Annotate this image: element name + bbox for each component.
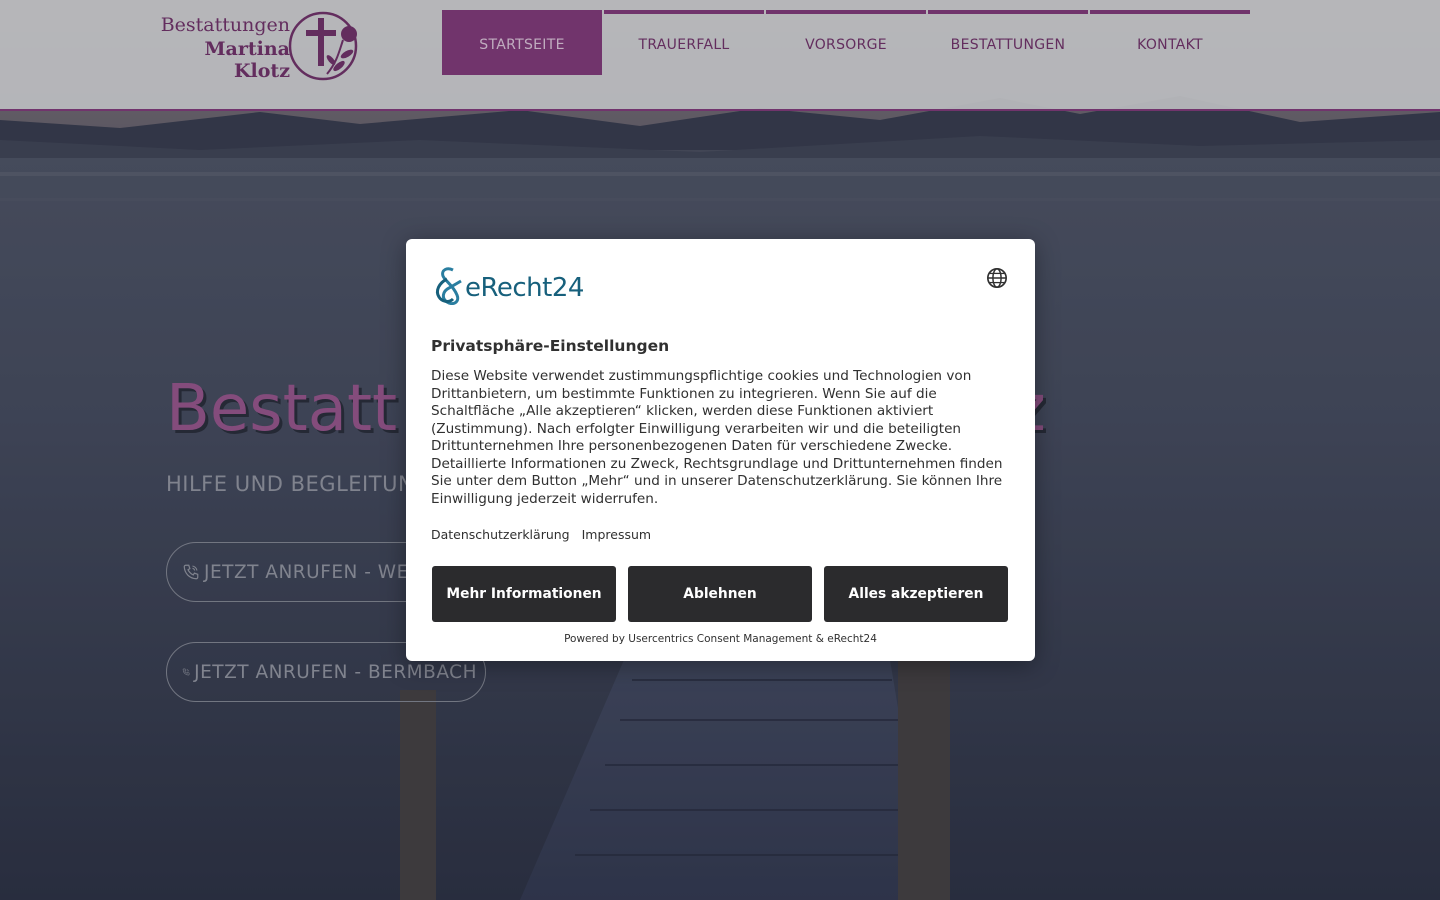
language-globe-icon[interactable] — [986, 267, 1008, 289]
consent-links: Datenschutzerklärung Impressum — [431, 527, 651, 542]
consent-description: Diese Website verwendet zustimmungspflic… — [431, 368, 1003, 507]
powered-by-text: Powered by Usercentrics Consent Manageme… — [564, 633, 877, 645]
deny-button[interactable]: Ablehnen — [628, 566, 812, 622]
consent-title: Privatsphäre-Einstellungen — [431, 337, 670, 355]
accept-all-button[interactable]: Alles akzeptieren — [824, 566, 1008, 622]
erecht24-wordmark: eRecht24 — [465, 273, 584, 303]
erecht24-logo: eRecht24 — [431, 265, 601, 305]
imprint-link[interactable]: Impressum — [582, 527, 651, 542]
privacy-policy-link[interactable]: Datenschutzerklärung — [431, 527, 570, 542]
more-info-button[interactable]: Mehr Informationen — [432, 566, 616, 622]
erecht24-ampersand-icon — [435, 267, 462, 305]
consent-dialog: eRecht24 Privatsphäre-Einstellungen Dies… — [406, 239, 1035, 661]
